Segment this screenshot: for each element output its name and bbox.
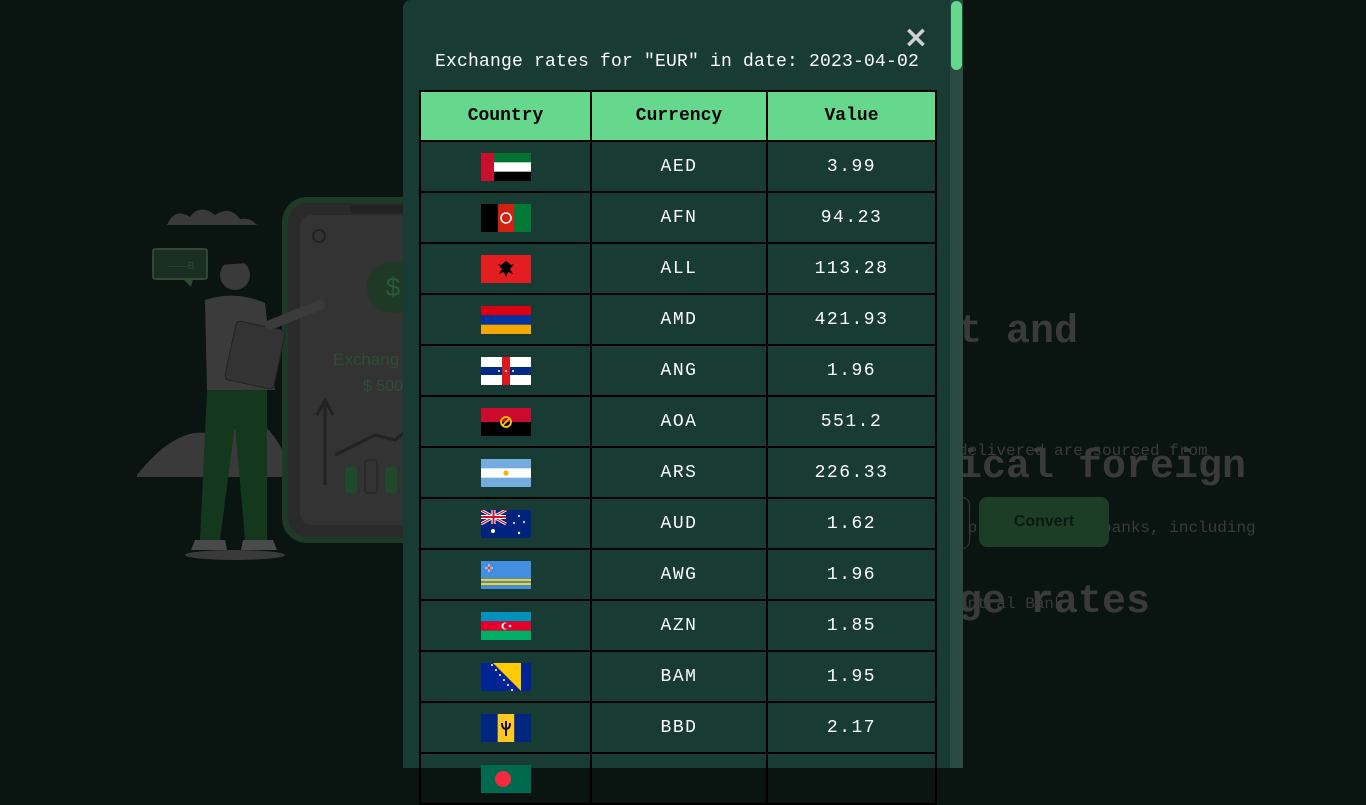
country-cell [419,344,592,397]
country-cell [419,650,592,703]
ba-flag-icon [480,662,531,691]
table-row: AOA 551.2 [419,395,937,448]
table-row: AUD 1.62 [419,497,937,550]
modal-title: Exchange rates for "EUR" in date: 2023-0… [434,52,920,72]
table-row: AZN 1.85 [419,599,937,652]
value-cell: 1.95 [766,650,937,703]
value-cell: 113.28 [766,242,937,295]
table-row: ALL 113.28 [419,242,937,295]
table-row: AWG 1.96 [419,548,937,601]
table-header-row: Country Currency Value [419,90,937,142]
modal-scrollbar[interactable] [950,0,963,768]
country-cell [419,497,592,550]
table-row [419,752,937,805]
country-cell [419,752,592,805]
value-cell: 3.99 [766,140,937,193]
currency-cell: AUD [590,497,768,550]
table-row: AFN 94.23 [419,191,937,244]
al-flag-icon [480,254,531,283]
country-cell [419,191,592,244]
am-flag-icon [480,305,531,334]
value-cell: 421.93 [766,293,937,346]
value-cell: 1.96 [766,548,937,601]
exchange-rates-table: Country Currency Value AED 3.99 AFN 94.2… [419,90,937,805]
currency-cell: AWG [590,548,768,601]
value-cell: 94.23 [766,191,937,244]
currency-cell [590,752,768,805]
value-cell: 1.62 [766,497,937,550]
country-cell [419,446,592,499]
ae-flag-icon [480,152,531,181]
country-cell [419,395,592,448]
az-flag-icon [480,611,531,640]
value-cell: 1.96 [766,344,937,397]
column-header-value: Value [766,90,937,142]
table-row: BAM 1.95 [419,650,937,703]
modal-scrollbar-thumb[interactable] [951,1,962,70]
currency-cell: ARS [590,446,768,499]
table-row: AMD 421.93 [419,293,937,346]
au-flag-icon [480,509,531,538]
ao-flag-icon [480,407,531,436]
column-header-country: Country [419,90,592,142]
ar-flag-icon [480,458,531,487]
table-row: ARS 226.33 [419,446,937,499]
currency-cell: AZN [590,599,768,652]
currency-cell: AFN [590,191,768,244]
currency-cell: AOA [590,395,768,448]
currency-cell: BBD [590,701,768,754]
country-cell [419,242,592,295]
currency-cell: BAM [590,650,768,703]
country-cell [419,140,592,193]
country-cell [419,293,592,346]
country-cell [419,599,592,652]
close-icon[interactable]: × [900,23,932,53]
aw-flag-icon [480,560,531,589]
value-cell: 1.85 [766,599,937,652]
country-cell [419,701,592,754]
af-flag-icon [480,203,531,232]
currency-cell: AED [590,140,768,193]
table-row: BBD 2.17 [419,701,937,754]
value-cell: 551.2 [766,395,937,448]
currency-cell: AMD [590,293,768,346]
country-cell [419,548,592,601]
bd-flag-icon [480,764,531,793]
currency-cell: ANG [590,344,768,397]
an-flag-icon [480,356,531,385]
column-header-currency: Currency [590,90,768,142]
value-cell: 226.33 [766,446,937,499]
value-cell: 2.17 [766,701,937,754]
bb-flag-icon [480,713,531,742]
table-row: ANG 1.96 [419,344,937,397]
value-cell [766,752,937,805]
table-row: AED 3.99 [419,140,937,193]
currency-cell: ALL [590,242,768,295]
